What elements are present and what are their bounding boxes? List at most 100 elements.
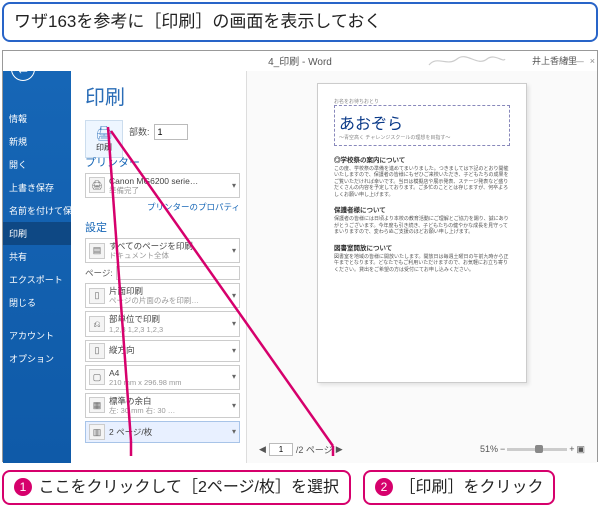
collate-title: 部単位で印刷: [109, 314, 228, 324]
paper-dropdown[interactable]: ▢ A4 210 mm x 296.98 mm ▾: [85, 365, 240, 390]
portrait-icon: ▯: [89, 343, 105, 359]
print-settings-column: 印刷 🖨 印刷 部数: プリンター 🖨 Canon MG6200 serie… …: [71, 71, 246, 463]
chevron-down-icon: ▾: [232, 346, 236, 356]
margin-icon: ▦: [89, 397, 105, 413]
printer-status: 準備完了: [109, 186, 228, 195]
duplex-sub: ページの片面のみを印刷…: [109, 296, 228, 305]
settings-section-label: 設定: [85, 219, 240, 235]
top-instruction-text: ワザ163を参考に［印刷］の画面を表示しておく: [14, 12, 381, 31]
top-instruction-callout: ワザ163を参考に［印刷］の画面を表示しておく: [2, 2, 598, 42]
pages-label: ページ:: [85, 267, 113, 279]
doc-sec3: 図書室開放について: [334, 242, 510, 252]
paper-title: A4: [109, 368, 228, 378]
chevron-down-icon: ▾: [232, 319, 236, 329]
page-preview: お名をお待ちおとり あおぞら ～青空高く チャレンジスクールの理想を目指す～ ◎…: [317, 83, 527, 383]
printer-icon: 🖨: [95, 125, 113, 142]
print-range-title: すべてのページを印刷: [109, 241, 228, 251]
callout-1: 1 ここをクリックして［2ページ/枚］を選択: [2, 470, 351, 506]
sidebar-item-print[interactable]: 印刷: [3, 222, 71, 245]
orientation-dropdown[interactable]: ▯ 縦方向 ▾: [85, 340, 240, 362]
chevron-down-icon: ▾: [232, 372, 236, 382]
zoom-pct: 51%: [480, 444, 498, 454]
sidebar-item-export[interactable]: エクスポート: [3, 268, 71, 291]
backstage-sidebar: 情報 新規 開く 上書き保存 名前を付けて保存 印刷 共有 エクスポート 閉じる…: [3, 71, 71, 463]
collate-sub: 1,2,3 1,2,3 1,2,3: [109, 325, 228, 334]
sidebar-item-options[interactable]: オプション: [3, 347, 71, 370]
titlebar-close-icon[interactable]: ×: [590, 56, 595, 66]
pages-per-sheet-dropdown[interactable]: ▥ 2 ページ/枚 ▾: [85, 421, 240, 443]
paper-sub: 210 mm x 296.98 mm: [109, 378, 228, 387]
preview-footer: ◀ /2 ページ ▶ 51% − + ▣: [255, 440, 589, 459]
copies-input[interactable]: [154, 124, 188, 140]
word-app-window: 4_印刷 - Word 井上香緒里 ? — × ← 情報 新規 開く 上書き保存…: [2, 50, 598, 462]
zoom-slider[interactable]: [507, 448, 567, 451]
sidebar-item-open[interactable]: 開く: [3, 153, 71, 176]
printer-small-icon: 🖨: [89, 177, 105, 193]
pager-prev-icon[interactable]: ◀: [259, 444, 266, 455]
chevron-down-icon: ▾: [232, 401, 236, 411]
chevron-down-icon: ▾: [232, 427, 236, 437]
collate-icon: ⎌: [89, 316, 105, 332]
printer-section-label: プリンター: [85, 154, 240, 170]
callout-2-number: 2: [375, 478, 393, 496]
titlebar: 4_印刷 - Word 井上香緒里 ? — ×: [3, 51, 597, 71]
callout-1-number: 1: [14, 478, 32, 496]
pages-per-sheet-title: 2 ページ/枚: [109, 427, 228, 437]
margin-dropdown[interactable]: ▦ 標準の余白 左: 30 mm 右: 30 … ▾: [85, 393, 240, 418]
printer-properties-link[interactable]: プリンターのプロパティ: [85, 201, 240, 213]
chevron-down-icon: ▾: [232, 246, 236, 256]
titlebar-text: 4_印刷 - Word: [268, 53, 332, 68]
chevron-down-icon: ▾: [232, 181, 236, 191]
titlebar-help-icon[interactable]: ?: [564, 56, 569, 66]
print-preview-column: お名をお待ちおとり あおぞら ～青空高く チャレンジスクールの理想を目指す～ ◎…: [246, 71, 597, 463]
duplex-dropdown[interactable]: ▯ 片面印刷 ページの片面のみを印刷… ▾: [85, 283, 240, 308]
titlebar-minimize-icon[interactable]: —: [575, 56, 584, 66]
margin-sub: 左: 30 mm 右: 30 …: [109, 406, 228, 415]
orientation-title: 縦方向: [109, 345, 228, 355]
pager-total: /2 ページ: [296, 443, 333, 456]
sidebar-item-share[interactable]: 共有: [3, 245, 71, 268]
doc-body2: 保護者の皆様には日頃より本校の教育活動にご理解とご協力を賜り、誠にありがとうござ…: [334, 216, 510, 236]
duplex-title: 片面印刷: [109, 286, 228, 296]
printer-dropdown[interactable]: 🖨 Canon MG6200 serie… 準備完了 ▾: [85, 173, 240, 198]
multipage-icon: ▥: [89, 424, 105, 440]
doc-title: あおぞら: [339, 110, 505, 134]
callout-2-text: ［印刷］をクリック: [399, 479, 543, 496]
back-button[interactable]: ←: [11, 57, 35, 81]
print-button-label: 印刷: [96, 142, 112, 153]
sidebar-item-new[interactable]: 新規: [3, 130, 71, 153]
zoom-fit-icon[interactable]: ▣: [576, 444, 585, 455]
doc-tagline: ～青空高く チャレンジスクールの理想を目指す～: [339, 134, 505, 141]
callout-1-text: ここをクリックして［2ページ/枚］を選択: [38, 479, 339, 496]
sidebar-item-info[interactable]: 情報: [3, 107, 71, 130]
doc-body1: この度、学校祭の準備を進めてまいりました。つきましては下記のとおり開催いたします…: [334, 166, 510, 199]
zoom-in-icon[interactable]: +: [569, 444, 574, 454]
pager-current-input[interactable]: [269, 443, 293, 456]
sidebar-item-save[interactable]: 上書き保存: [3, 176, 71, 199]
pages-input[interactable]: [116, 266, 240, 280]
paper-icon: ▢: [89, 369, 105, 385]
doc-sec1: ◎学校祭の案内について: [334, 154, 510, 164]
print-button[interactable]: 🖨 印刷: [85, 120, 123, 158]
sidebar-item-saveas[interactable]: 名前を付けて保存: [3, 199, 71, 222]
pages-icon: ▤: [89, 243, 105, 259]
arrow-left-icon: ←: [16, 61, 30, 77]
zoom-out-icon[interactable]: −: [500, 444, 505, 454]
copies-label: 部数:: [129, 125, 150, 138]
print-range-dropdown[interactable]: ▤ すべてのページを印刷 ドキュメント全体 ▾: [85, 238, 240, 263]
sidebar-item-account[interactable]: アカウント: [3, 324, 71, 347]
printer-name: Canon MG6200 serie…: [109, 176, 228, 186]
margin-title: 標準の余白: [109, 396, 228, 406]
sidebar-item-close[interactable]: 閉じる: [3, 291, 71, 314]
pager-next-icon[interactable]: ▶: [336, 444, 343, 455]
collate-dropdown[interactable]: ⎌ 部単位で印刷 1,2,3 1,2,3 1,2,3 ▾: [85, 311, 240, 336]
titlebar-decoration: [427, 53, 507, 69]
print-range-sub: ドキュメント全体: [109, 251, 228, 260]
callout-2: 2 ［印刷］をクリック: [363, 470, 555, 506]
doc-sec2: 保護者様について: [334, 204, 510, 214]
oneside-icon: ▯: [89, 288, 105, 304]
doc-memo: お名をお待ちおとり: [334, 98, 510, 105]
doc-body3: 図書室を地域の皆様に開放いたします。開放日は毎週土曜日の午前九時から正午までとな…: [334, 254, 510, 274]
print-heading: 印刷: [85, 81, 240, 110]
chevron-down-icon: ▾: [232, 291, 236, 301]
